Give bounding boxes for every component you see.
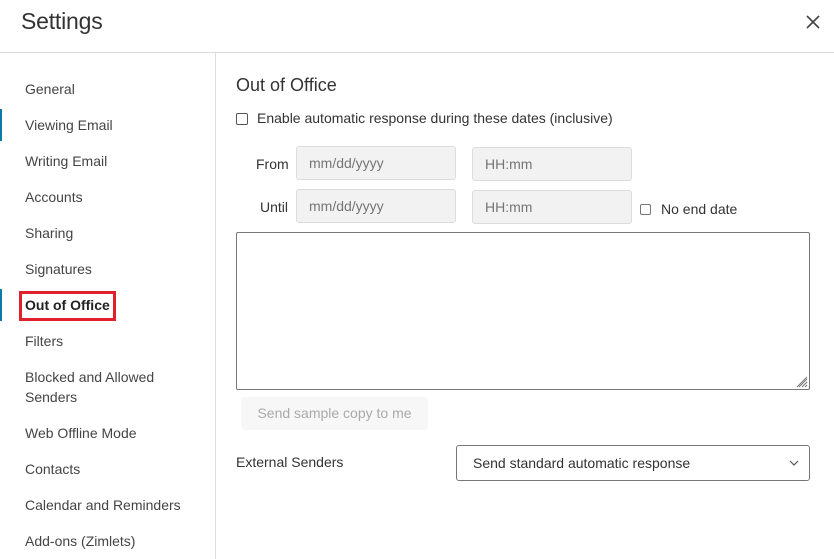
dialog-header: Settings bbox=[0, 0, 834, 53]
nav-indicator-active bbox=[0, 289, 2, 321]
sidebar-item-web-offline-mode[interactable]: Web Offline Mode bbox=[25, 423, 137, 443]
sidebar-item-contacts[interactable]: Contacts bbox=[25, 459, 80, 479]
until-time-input[interactable] bbox=[472, 190, 632, 224]
send-sample-copy-button[interactable]: Send sample copy to me bbox=[241, 397, 428, 430]
nav-indicator bbox=[0, 109, 2, 141]
until-label: Until bbox=[260, 199, 289, 215]
auto-reply-message-textarea[interactable] bbox=[236, 232, 810, 390]
sidebar-item-blocked-allowed-senders[interactable]: Blocked and Allowed Senders bbox=[25, 367, 175, 407]
close-icon bbox=[806, 15, 820, 29]
external-senders-label: External Senders bbox=[236, 454, 344, 470]
resize-handle-icon[interactable] bbox=[796, 376, 808, 388]
section-title: Out of Office bbox=[236, 75, 337, 95]
until-date-input[interactable] bbox=[296, 189, 456, 223]
no-end-date-checkbox[interactable] bbox=[640, 204, 651, 215]
external-senders-select[interactable]: Send standard automatic response bbox=[456, 445, 810, 481]
chevron-down-icon bbox=[789, 460, 799, 466]
sidebar-item-calendar-reminders[interactable]: Calendar and Reminders bbox=[25, 495, 181, 515]
sidebar-item-filters[interactable]: Filters bbox=[25, 331, 63, 351]
close-button[interactable] bbox=[803, 12, 823, 32]
no-end-date-label: No end date bbox=[661, 201, 738, 217]
sidebar-item-signatures[interactable]: Signatures bbox=[25, 259, 92, 279]
sidebar-item-writing-email[interactable]: Writing Email bbox=[25, 151, 107, 171]
sidebar-item-add-ons[interactable]: Add-ons (Zimlets) bbox=[25, 531, 135, 551]
sidebar-item-viewing-email[interactable]: Viewing Email bbox=[25, 115, 113, 135]
highlight-box bbox=[19, 291, 116, 321]
sidebar-item-accounts[interactable]: Accounts bbox=[25, 187, 83, 207]
from-label: From bbox=[256, 156, 289, 172]
sidebar-item-general[interactable]: General bbox=[25, 79, 75, 99]
external-senders-selected: Send standard automatic response bbox=[473, 455, 691, 471]
enable-auto-response-label: Enable automatic response during these d… bbox=[257, 110, 613, 126]
from-time-input[interactable] bbox=[472, 147, 632, 181]
dialog-title: Settings bbox=[21, 8, 103, 34]
enable-auto-response-checkbox[interactable] bbox=[236, 113, 248, 125]
from-date-input[interactable] bbox=[296, 146, 456, 180]
sidebar-item-sharing[interactable]: Sharing bbox=[25, 223, 73, 243]
